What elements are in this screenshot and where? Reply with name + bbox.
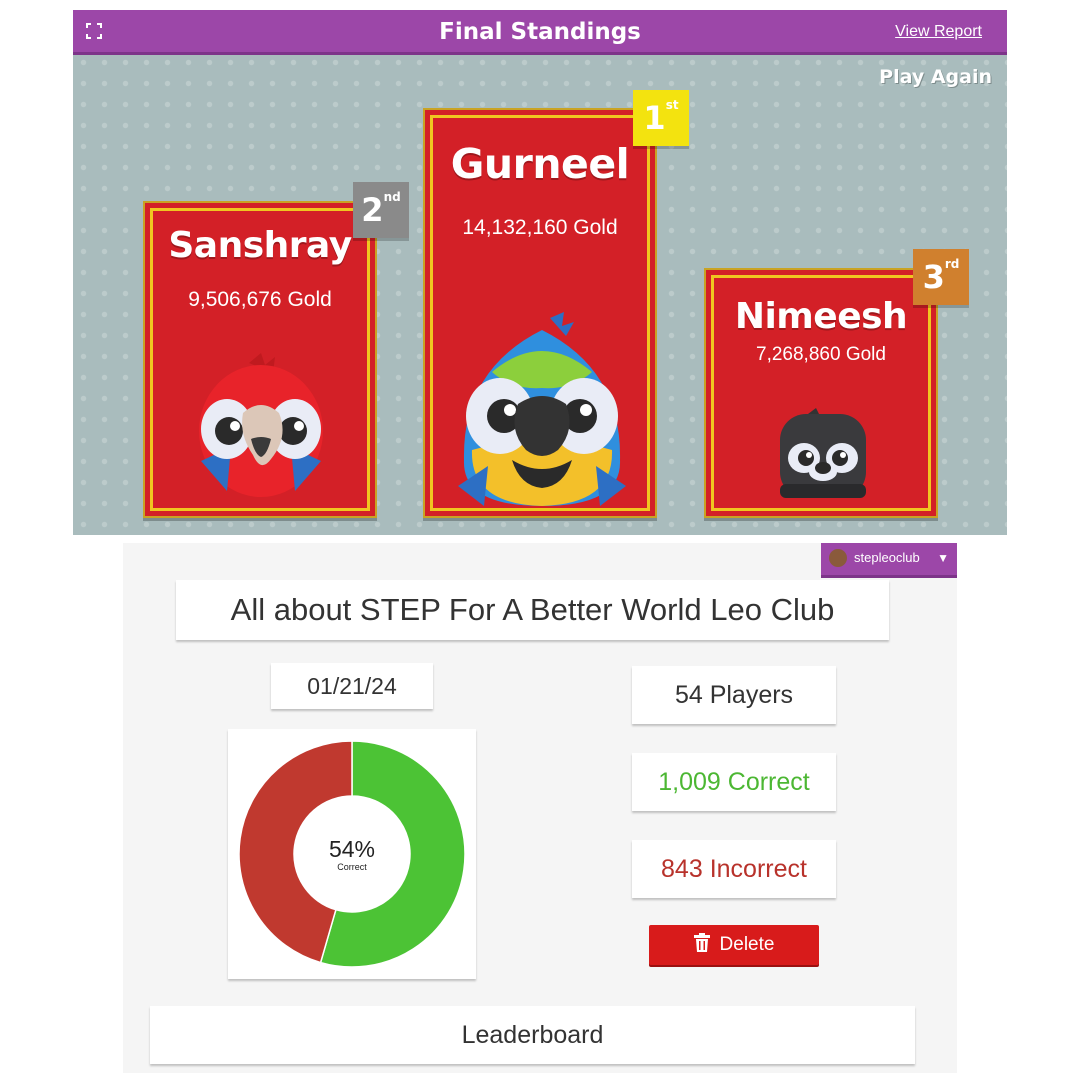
view-report-link[interactable]: View Report	[895, 10, 982, 52]
rank-number: 3	[922, 258, 945, 296]
user-menu-button[interactable]: stepleoclub ▼	[821, 543, 957, 578]
players-count: 54 Players	[632, 666, 836, 724]
trash-icon	[693, 933, 710, 953]
delete-label: Delete	[719, 934, 775, 955]
correct-donut-chart: 54% Correct	[228, 729, 476, 979]
player-gold: 7,268,860 Gold	[756, 344, 886, 365]
percent-correct-label: Correct	[337, 862, 367, 872]
player-name: Nimeesh	[734, 296, 908, 337]
rank-suffix: st	[665, 98, 679, 112]
rank-suffix: nd	[383, 190, 401, 204]
play-again-button[interactable]: Play Again	[879, 66, 992, 88]
rank-suffix: rd	[944, 257, 960, 271]
player-gold: 9,506,676 Gold	[188, 288, 332, 311]
correct-count: 1,009 Correct	[632, 753, 836, 811]
avatar	[829, 549, 847, 567]
top-bar: Final Standings View Report	[73, 10, 1007, 55]
red-parrot-icon	[199, 353, 323, 497]
macaw-icon	[458, 312, 626, 506]
podium-card-second: Sanshray 9,506,676 Gold	[143, 201, 377, 518]
kit-title: All about STEP For A Better World Leo Cl…	[176, 580, 889, 640]
username: stepleoclub	[854, 550, 920, 565]
player-name: Gurneel	[450, 140, 630, 188]
penguin-icon	[780, 408, 866, 498]
rank-badge-second: 2nd	[353, 182, 409, 238]
rank-number: 2	[361, 191, 384, 229]
page-title: Final Standings	[439, 19, 641, 45]
game-date: 01/21/24	[271, 663, 433, 709]
rank-badge-third: 3rd	[913, 249, 969, 305]
percent-correct-value: 54%	[328, 836, 376, 862]
chevron-down-icon: ▼	[937, 551, 949, 565]
podium-card-third: Nimeesh 7,268,860 Gold	[704, 268, 938, 518]
podium-card-first: Gurneel 14,132,160 Gold	[423, 108, 657, 518]
player-gold: 14,132,160 Gold	[462, 216, 618, 239]
rank-number: 1	[643, 99, 666, 137]
rank-badge-first: 1st	[633, 90, 689, 146]
final-standings-panel: Final Standings View Report Play Again S…	[73, 10, 1007, 535]
leaderboard-button[interactable]: Leaderboard	[150, 1006, 915, 1064]
player-name: Sanshray	[168, 225, 352, 266]
delete-button[interactable]: Delete	[649, 925, 819, 965]
incorrect-count: 843 Incorrect	[632, 840, 836, 898]
report-panel: stepleoclub ▼ All about STEP For A Bette…	[123, 543, 957, 1073]
